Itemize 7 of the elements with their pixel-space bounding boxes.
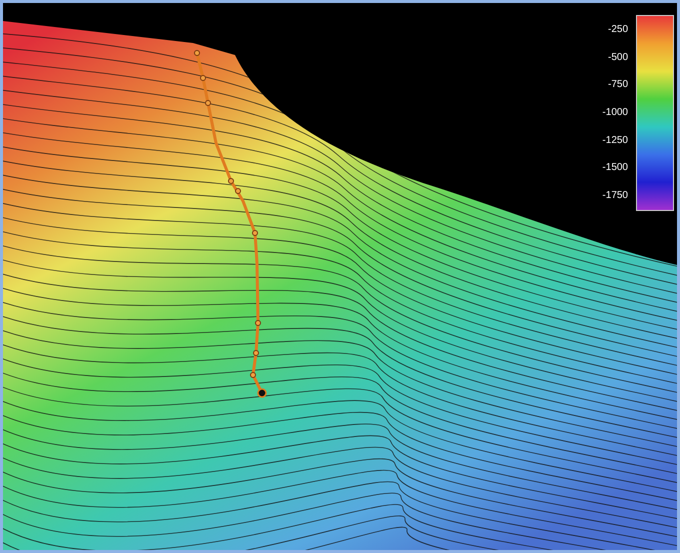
- legend-label: -1500: [602, 163, 628, 174]
- legend-label: -1750: [602, 190, 628, 201]
- legend-label: -1250: [602, 136, 628, 146]
- legend-label: -750: [606, 80, 628, 90]
- legend-label: -250: [606, 25, 628, 35]
- legend-label: -500: [606, 52, 628, 63]
- legend-label: -1000: [602, 108, 628, 118]
